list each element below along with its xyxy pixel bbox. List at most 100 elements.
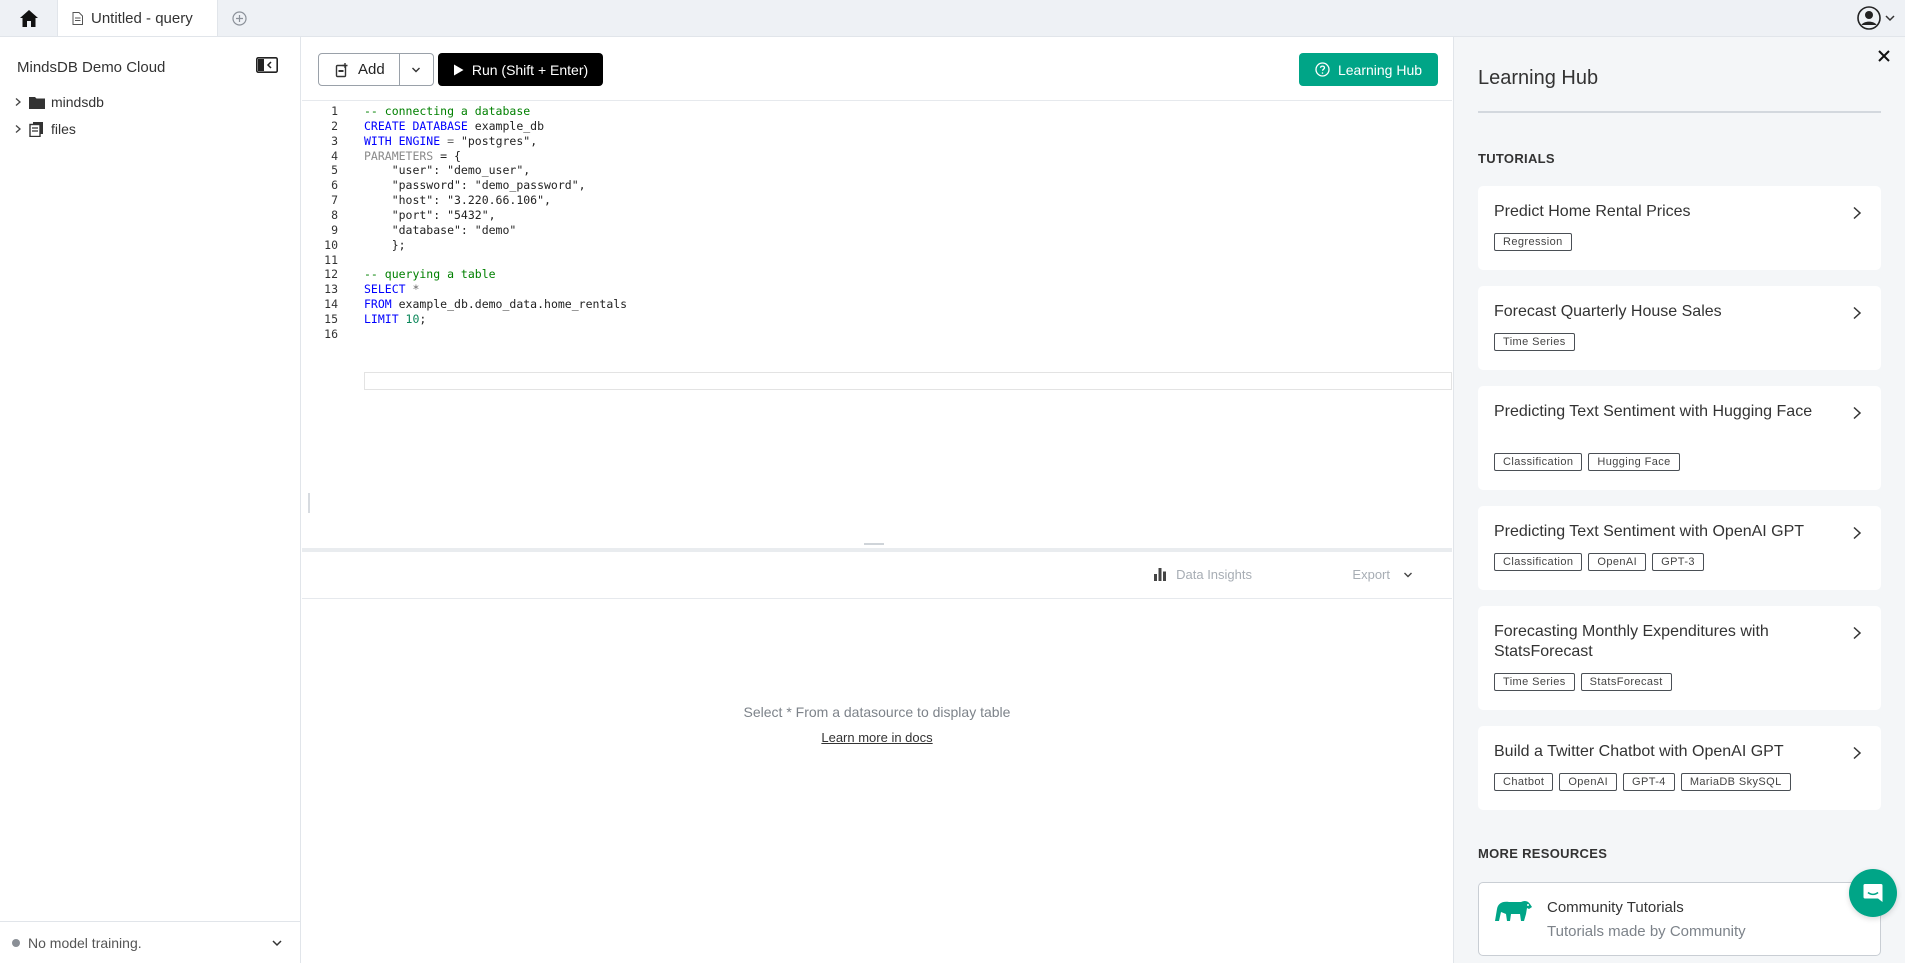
splitter-grip xyxy=(864,543,884,545)
data-insights-button[interactable]: Data Insights xyxy=(1154,567,1252,582)
training-status: No model training. xyxy=(0,921,300,963)
tag: Hugging Face xyxy=(1588,453,1680,471)
resource-subtitle: Tutorials made by Community xyxy=(1547,923,1746,940)
tutorial-card-hugging-face[interactable]: Predicting Text Sentiment with Hugging F… xyxy=(1478,386,1881,490)
chevron-down-icon[interactable] xyxy=(270,936,284,950)
tutorial-tags: Regression xyxy=(1494,233,1572,251)
tutorial-title: Forecast Quarterly House Sales xyxy=(1494,303,1722,320)
hub-title: Learning Hub xyxy=(1478,67,1599,89)
account-menu[interactable] xyxy=(1857,6,1897,30)
tutorial-title: Build a Twitter Chatbot with OpenAI GPT xyxy=(1494,743,1784,760)
tutorial-tags: Chatbot OpenAI GPT-4 MariaDB SkySQL xyxy=(1494,773,1791,791)
learning-hub-button[interactable]: Learning Hub xyxy=(1299,53,1438,86)
chat-bubble-icon xyxy=(1863,884,1883,902)
code-token: LIMIT xyxy=(364,311,399,326)
files-icon xyxy=(29,121,43,137)
tag: GPT-3 xyxy=(1652,553,1704,571)
mindsdb-bear-icon xyxy=(1495,900,1532,921)
chevron-down-icon xyxy=(412,67,421,72)
user-avatar-icon xyxy=(1857,6,1881,30)
collapse-sidebar-button[interactable] xyxy=(256,57,278,78)
add-dropdown-button[interactable] xyxy=(400,54,433,85)
community-tutorials-card[interactable]: Community Tutorials Tutorials made by Co… xyxy=(1478,882,1881,956)
tag: Time Series xyxy=(1494,333,1575,351)
resource-title: Community Tutorials xyxy=(1547,899,1684,916)
sidebar-item-label: mindsdb xyxy=(51,94,104,110)
data-insights-label: Data Insights xyxy=(1176,567,1252,582)
tag: Regression xyxy=(1494,233,1572,251)
learning-hub-label: Learning Hub xyxy=(1337,61,1423,78)
run-button-label: Run (Shift + Enter) xyxy=(471,61,589,78)
learn-more-docs-link[interactable]: Learn more in docs xyxy=(821,730,932,745)
tutorial-card-openai-sentiment[interactable]: Predicting Text Sentiment with OpenAI GP… xyxy=(1478,506,1881,590)
export-label: Export xyxy=(1352,567,1390,582)
tutorial-title: Predict Home Rental Prices xyxy=(1494,203,1691,220)
code-token: 10 xyxy=(398,311,420,326)
new-tab-button[interactable] xyxy=(218,0,260,36)
chevron-down-icon xyxy=(1885,15,1895,22)
folder-icon xyxy=(29,96,45,109)
run-query-button[interactable]: Run (Shift + Enter) xyxy=(438,53,603,86)
bar-chart-icon xyxy=(1154,568,1167,581)
results-toolbar: Data Insights Export xyxy=(302,552,1452,599)
tag: Classification xyxy=(1494,453,1583,471)
tutorial-tags: Time Series StatsForecast xyxy=(1494,673,1672,691)
add-button[interactable]: Add xyxy=(319,54,400,85)
tag: OpenAI xyxy=(1588,553,1647,571)
learning-hub-panel: Learning Hub TUTORIALS Predict Home Rent… xyxy=(1453,37,1905,963)
tutorial-card-home-rental[interactable]: Predict Home Rental Prices Regression xyxy=(1478,186,1881,270)
tutorial-tags: Time Series xyxy=(1494,333,1575,351)
code-line: }; xyxy=(364,236,406,254)
chevron-down-icon xyxy=(1404,572,1412,577)
line-number: 16 xyxy=(324,326,338,341)
docs-link-row: Learn more in docs xyxy=(302,730,1452,745)
sidebar-item-files[interactable]: files xyxy=(13,121,76,137)
chevron-right-icon xyxy=(15,125,21,133)
export-dropdown[interactable]: Export xyxy=(1352,567,1414,582)
tutorial-title: Predicting Text Sentiment with OpenAI GP… xyxy=(1494,523,1805,540)
help-circle-icon xyxy=(1315,62,1330,77)
tag: StatsForecast xyxy=(1580,673,1672,691)
results-panel: Data Insights Export Select * From a dat… xyxy=(302,552,1452,963)
tutorial-tags: Classification Hugging Face xyxy=(1494,453,1680,471)
play-icon xyxy=(453,64,464,75)
code-token: }; xyxy=(364,237,406,252)
sql-editor[interactable]: 1 2 3 4 5 6 7 8 9 10 11 12 13 14 15 16 -- connecting a … xyxy=(302,102,1452,548)
tag: GPT-4 xyxy=(1623,773,1675,791)
sidebar-item-label: files xyxy=(51,121,76,137)
tag: Classification xyxy=(1494,553,1583,571)
tag: Time Series xyxy=(1494,673,1575,691)
plus-circle-icon xyxy=(231,10,247,26)
chevron-right-icon xyxy=(1853,406,1862,420)
code-token: ; xyxy=(419,311,427,326)
panel-resize-handle[interactable] xyxy=(308,493,310,513)
tutorial-card-statsforecast[interactable]: Forecasting Monthly Expenditures with St… xyxy=(1478,606,1881,710)
tutorial-card-twitter-chatbot[interactable]: Build a Twitter Chatbot with OpenAI GPT … xyxy=(1478,726,1881,810)
code-line: LIMIT 10; xyxy=(364,310,426,328)
database-sidebar: MindsDB Demo Cloud mindsdb files No mode… xyxy=(0,37,301,963)
line-number-gutter: 1 2 3 4 5 6 7 8 9 10 11 12 13 14 15 16 xyxy=(302,102,364,548)
code-token: example_db.demo_data.home_rentals xyxy=(391,297,628,312)
home-button[interactable] xyxy=(0,0,58,36)
active-line-highlight xyxy=(364,372,1452,390)
code-token: "postgres" xyxy=(460,133,531,148)
close-hub-button[interactable] xyxy=(1877,49,1891,68)
status-dot xyxy=(12,938,20,947)
tab-bar: Untitled - query xyxy=(0,0,1905,37)
add-button-group: Add xyxy=(318,53,434,86)
more-resources-heading: MORE RESOURCES xyxy=(1478,846,1608,861)
file-icon xyxy=(72,11,83,25)
tag: OpenAI xyxy=(1559,773,1618,791)
chevron-right-icon xyxy=(1853,746,1862,760)
support-chat-button[interactable] xyxy=(1849,869,1897,917)
code-area[interactable]: -- connecting a database CREATE DATABASE … xyxy=(364,102,1452,548)
sidebar-collapse-icon xyxy=(256,57,278,73)
tutorial-title: Predicting Text Sentiment with Hugging F… xyxy=(1494,403,1813,420)
close-icon xyxy=(1878,50,1890,62)
tag: MariaDB SkySQL xyxy=(1680,773,1791,791)
tab-label: Untitled - query xyxy=(91,9,193,27)
chevron-right-icon xyxy=(1853,526,1862,540)
tutorial-card-house-sales[interactable]: Forecast Quarterly House Sales Time Seri… xyxy=(1478,286,1881,370)
sidebar-item-mindsdb[interactable]: mindsdb xyxy=(13,94,104,110)
tab-untitled-query[interactable]: Untitled - query xyxy=(58,0,218,36)
